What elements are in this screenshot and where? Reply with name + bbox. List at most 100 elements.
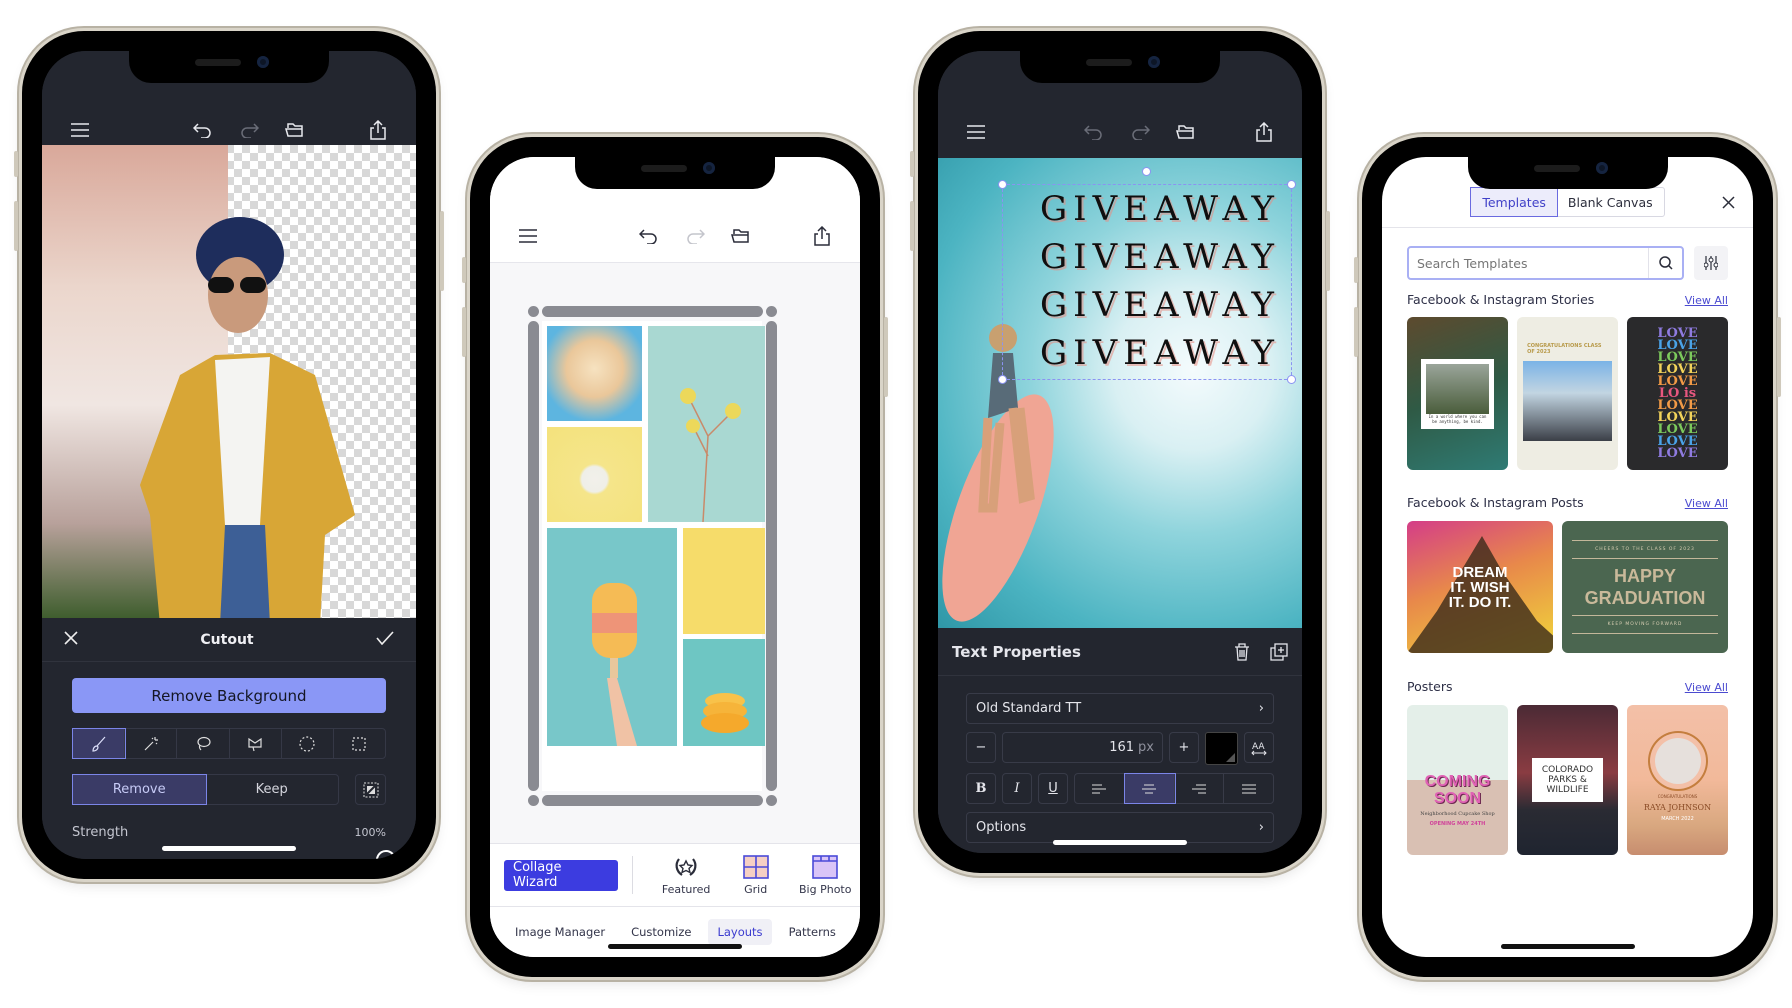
trash-icon[interactable] — [1234, 642, 1250, 661]
template-card[interactable]: LOVE LOVE LOVE LOVE LOVE LO is LOVE LOVE LOVE LOV… — [1627, 317, 1728, 470]
lasso-tool-button[interactable] — [177, 729, 230, 758]
template-card[interactable]: CONGRATULATIONS CLASS OF 2023 — [1517, 317, 1618, 470]
strength-slider[interactable] — [72, 850, 396, 859]
view-all-link[interactable]: View All — [1685, 294, 1728, 307]
undo-icon[interactable] — [187, 114, 219, 146]
collage-wizard-button[interactable]: Collage Wizard — [504, 859, 619, 891]
resize-handle[interactable] — [998, 375, 1007, 384]
rect-select-tool-button[interactable] — [334, 729, 385, 758]
layout-grid-button[interactable]: Grid — [721, 854, 791, 896]
card-caption-sub: Neighborhood Cupcake Shop — [1420, 811, 1495, 817]
view-all-link[interactable]: View All — [1685, 497, 1728, 510]
confirm-check-icon[interactable] — [376, 630, 394, 649]
tab-patterns[interactable]: Patterns — [780, 919, 845, 945]
share-icon[interactable] — [362, 114, 394, 146]
search-button[interactable] — [1648, 248, 1682, 278]
side-button — [462, 257, 466, 283]
ellipse-select-tool-button[interactable] — [282, 729, 334, 758]
align-justify-button[interactable] — [1224, 774, 1273, 803]
rotate-handle[interactable] — [1142, 167, 1151, 176]
redo-icon[interactable] — [233, 114, 265, 146]
resize-handle[interactable] — [1287, 375, 1296, 384]
tab-blank-canvas[interactable]: Blank Canvas — [1557, 188, 1664, 216]
bottom-resize-handle[interactable] — [542, 795, 763, 806]
template-card[interactable]: CONGRATULATIONS RAYA JOHNSON MARCH 2022 — [1627, 705, 1728, 855]
menu-icon[interactable] — [512, 220, 544, 252]
share-icon[interactable] — [1248, 116, 1280, 148]
template-card[interactable]: COMING SOON Neighborhood Cupcake Shop OP… — [1407, 705, 1508, 855]
align-left-button[interactable] — [1075, 774, 1125, 803]
menu-icon[interactable] — [64, 114, 96, 146]
layout-big-photo-button[interactable]: Big Photo — [790, 854, 860, 896]
font-family-value: Old Standard TT — [976, 701, 1082, 716]
collage-tile[interactable] — [683, 528, 765, 634]
align-right-button[interactable] — [1175, 774, 1225, 803]
collage-tile[interactable] — [547, 326, 642, 421]
card-caption-bottom: OPENING MAY 24TH — [1429, 821, 1486, 827]
tab-templates[interactable]: Templates — [1470, 187, 1558, 217]
polygon-lasso-tool-button[interactable] — [230, 729, 282, 758]
layout-featured-button[interactable]: Featured — [651, 855, 721, 896]
resize-handle[interactable] — [998, 180, 1007, 189]
collage-tile[interactable] — [547, 427, 642, 522]
decrease-size-button[interactable]: − — [966, 732, 996, 763]
template-card[interactable]: CHEERS TO THE CLASS OF 2023 HAPPY GRADUA… — [1562, 521, 1728, 653]
section-header: Posters View All — [1407, 679, 1728, 694]
remove-mode-button[interactable]: Remove — [72, 774, 207, 805]
folder-icon[interactable] — [1170, 116, 1202, 148]
text-color-swatch[interactable] — [1205, 732, 1238, 765]
undo-icon[interactable] — [1078, 116, 1110, 148]
options-row[interactable]: Options › — [966, 812, 1274, 843]
increase-size-button[interactable]: + — [1169, 732, 1199, 763]
cutout-image[interactable] — [42, 145, 416, 618]
collage-tile[interactable] — [547, 528, 677, 746]
magic-wand-tool-button[interactable] — [125, 729, 178, 758]
template-card[interactable]: DREAM IT. WISH IT. DO IT. — [1407, 521, 1553, 653]
tab-image-manager[interactable]: Image Manager — [506, 919, 614, 945]
right-resize-handle[interactable] — [766, 321, 777, 791]
close-icon[interactable] — [64, 630, 78, 649]
collage-tile[interactable] — [683, 639, 765, 746]
tab-customize[interactable]: Customize — [622, 919, 700, 945]
redo-icon[interactable] — [679, 220, 711, 252]
menu-icon[interactable] — [960, 116, 992, 148]
undo-icon[interactable] — [633, 220, 665, 252]
remove-background-button[interactable]: Remove Background — [72, 678, 386, 713]
left-resize-handle[interactable] — [528, 321, 539, 791]
keep-mode-button[interactable]: Keep — [206, 775, 339, 804]
invert-selection-button[interactable] — [355, 774, 386, 805]
top-resize-handle[interactable] — [542, 306, 763, 317]
align-center-button[interactable] — [1123, 773, 1176, 804]
slider-thumb[interactable] — [376, 850, 396, 859]
bold-button[interactable]: B — [966, 773, 996, 804]
brush-tool-button[interactable] — [71, 728, 127, 759]
folder-icon[interactable] — [725, 220, 757, 252]
collage-tile[interactable] — [648, 326, 765, 522]
duplicate-icon[interactable] — [1270, 642, 1288, 661]
sliders-icon — [1704, 256, 1718, 270]
corner-handle[interactable] — [528, 306, 539, 317]
text-selection-box[interactable]: GIVEAWAY GIVEAWAY GIVEAWAY GIVEAWAY — [998, 167, 1296, 384]
share-icon[interactable] — [806, 220, 838, 252]
corner-handle[interactable] — [766, 795, 777, 806]
magic-wand-icon — [144, 736, 158, 750]
screen: GIVEAWAY GIVEAWAY GIVEAWAY GIVEAWAY Text… — [938, 51, 1302, 853]
corner-handle[interactable] — [528, 795, 539, 806]
surf-photo-canvas[interactable]: GIVEAWAY GIVEAWAY GIVEAWAY GIVEAWAY — [938, 158, 1302, 628]
font-size-input[interactable]: 161 px — [1002, 732, 1163, 763]
tab-layouts[interactable]: Layouts — [708, 919, 772, 945]
view-all-link[interactable]: View All — [1685, 681, 1728, 694]
search-input[interactable] — [1409, 255, 1648, 271]
underline-button[interactable]: U — [1038, 773, 1068, 804]
redo-icon[interactable] — [1124, 116, 1156, 148]
letter-spacing-button[interactable]: AA — [1244, 732, 1274, 763]
close-icon[interactable] — [1722, 194, 1735, 213]
font-family-select[interactable]: Old Standard TT › — [966, 693, 1274, 724]
corner-handle[interactable] — [766, 306, 777, 317]
folder-icon[interactable] — [279, 114, 311, 146]
italic-button[interactable]: I — [1002, 773, 1032, 804]
resize-handle[interactable] — [1287, 180, 1296, 189]
template-card[interactable]: In a world where you can be anything, be… — [1407, 317, 1508, 470]
filter-button[interactable] — [1694, 246, 1728, 280]
template-card[interactable]: COLORADO PARKS & WILDLIFE — [1517, 705, 1618, 855]
